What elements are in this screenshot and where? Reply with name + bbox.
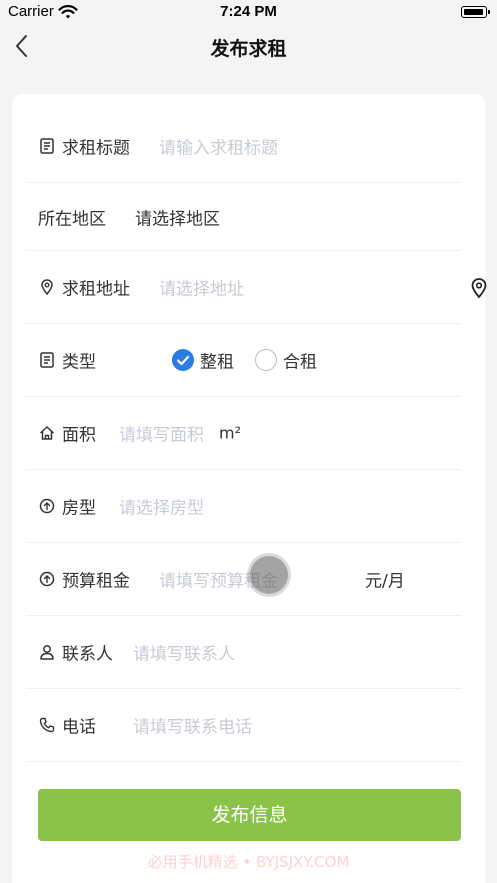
area-label: 面积 [62,425,96,446]
form-row-region[interactable]: 所在地区 请选择地区 [26,183,461,251]
budget-label: 预算租金 [62,571,130,592]
phone-icon [39,717,55,733]
nav-bar: 发布求租 [0,24,497,70]
page-title: 发布求租 [210,38,287,60]
checkmark-icon [176,355,190,366]
person-icon [40,645,54,660]
region-label: 所在地区 [38,209,106,229]
touch-indicator [250,556,288,594]
form-row-area[interactable]: 面积 请填写面积 m² [26,397,461,470]
location-pin-icon [41,279,53,296]
option-shared-rent-label[interactable]: 合租 [283,348,317,373]
contact-input[interactable]: 请填写联系人 [133,640,235,665]
budget-unit: 元/月 [365,571,405,592]
region-select[interactable]: 请选择地区 [135,204,220,229]
circle-arrow-icon [39,571,55,587]
location-pin-icon[interactable] [470,277,488,299]
form-row-budget[interactable]: 预算租金 请填写预算租金 元/月 [26,543,461,616]
submit-button[interactable]: 发布信息 [38,789,461,841]
radio-shared-rent[interactable] [255,349,277,371]
layout-label: 房型 [62,498,96,519]
home-icon [39,426,55,440]
battery-icon [461,6,490,18]
phone-input[interactable]: 请填写联系电话 [133,713,252,738]
watermark: 必用手机精选 • BYJSJXY.COM [147,853,350,871]
circle-arrow-icon [39,498,55,514]
document-icon [40,138,54,154]
radio-whole-rent[interactable] [172,349,194,371]
title-label: 求租标题 [62,138,130,159]
form-row-contact[interactable]: 联系人 请填写联系人 [26,616,461,689]
contact-label: 联系人 [62,644,113,665]
form-row-address[interactable]: 求租地址 请选择地址 [26,251,461,324]
address-label: 求租地址 [62,279,130,300]
document-icon [40,352,54,368]
form-row-layout[interactable]: 房型 请选择房型 [26,470,461,543]
option-whole-rent-label[interactable]: 整租 [200,348,234,373]
type-label: 类型 [62,352,96,373]
form-row-type: 类型 整租 合租 [26,324,461,397]
area-unit: m² [219,423,241,443]
phone-label: 电话 [62,717,96,738]
form-row-phone[interactable]: 电话 请填写联系电话 [26,689,461,762]
area-input[interactable]: 请填写面积 [119,421,204,446]
address-input[interactable]: 请选择地址 [159,275,244,300]
status-bar: Carrier 7:24 PM [0,0,497,24]
layout-select[interactable]: 请选择房型 [119,494,204,519]
form-row-title[interactable]: 求租标题 请输入求租标题 [26,110,461,183]
clock: 7:24 PM [220,3,277,20]
title-input[interactable]: 请输入求租标题 [159,134,278,159]
